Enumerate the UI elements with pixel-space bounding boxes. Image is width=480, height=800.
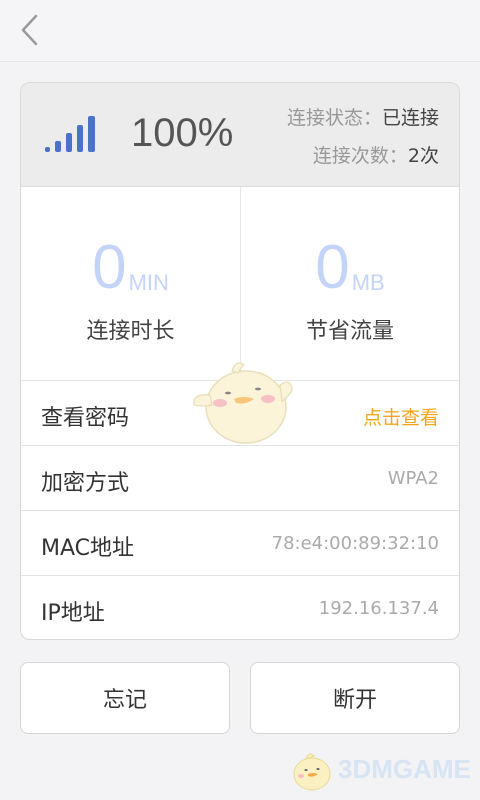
chick-logo-icon — [293, 753, 331, 791]
row-label: IP地址 — [41, 601, 105, 626]
watermark-text: 3DMGAME — [338, 754, 471, 784]
row-label: MAC地址 — [41, 536, 135, 561]
connection-summary: 100% 连接状态：已连接 连接次数：2次 — [21, 83, 459, 187]
row-label: 查看密码 — [41, 406, 130, 431]
chevron-left-icon — [21, 14, 38, 46]
ip-address-value: 192.16.137.4 — [318, 598, 439, 619]
row-label: 加密方式 — [41, 471, 130, 496]
row-ip-address: IP地址 192.16.137.4 — [21, 575, 459, 639]
traffic-value: 0 — [315, 233, 350, 302]
signal-bars-icon — [45, 116, 95, 152]
connection-count-label: 连接次数： — [312, 145, 408, 167]
disconnect-button[interactable]: 断开 — [250, 662, 460, 734]
row-mac-address: MAC地址 78:e4:00:89:32:10 — [21, 510, 459, 575]
traffic-label: 节省流量 — [305, 319, 394, 344]
connection-state-label: 连接状态： — [286, 107, 382, 129]
duration-label: 连接时长 — [86, 319, 175, 344]
traffic-number: 0 MB — [241, 237, 459, 299]
traffic-unit: MB — [351, 270, 385, 295]
traffic-stat: 0 MB 节省流量 — [240, 187, 459, 381]
chick-mascot-icon — [193, 362, 293, 444]
connection-count: 连接次数：2次 — [313, 141, 439, 168]
row-encryption: 加密方式 WPA2 — [21, 445, 459, 510]
signal-strength-value: 100% — [131, 111, 234, 155]
back-button[interactable] — [10, 10, 50, 50]
connection-state: 连接状态：已连接 — [287, 103, 439, 130]
watermark: 3DMGAME — [286, 748, 476, 796]
forget-button[interactable]: 忘记 — [20, 662, 230, 734]
connection-count-value: 2次 — [407, 145, 439, 167]
top-bar — [0, 0, 480, 62]
duration-number: 0 MIN — [21, 237, 240, 299]
duration-value: 0 — [92, 233, 127, 302]
connection-state-value: 已连接 — [381, 107, 439, 129]
stats-panel: 0 MIN 连接时长 0 MB 节省流量 — [21, 187, 459, 381]
encryption-value: WPA2 — [387, 468, 439, 489]
duration-stat: 0 MIN 连接时长 — [21, 187, 240, 381]
view-password-link[interactable]: 点击查看 — [363, 403, 439, 430]
mac-address-value: 78:e4:00:89:32:10 — [271, 533, 439, 554]
duration-unit: MIN — [128, 270, 169, 295]
